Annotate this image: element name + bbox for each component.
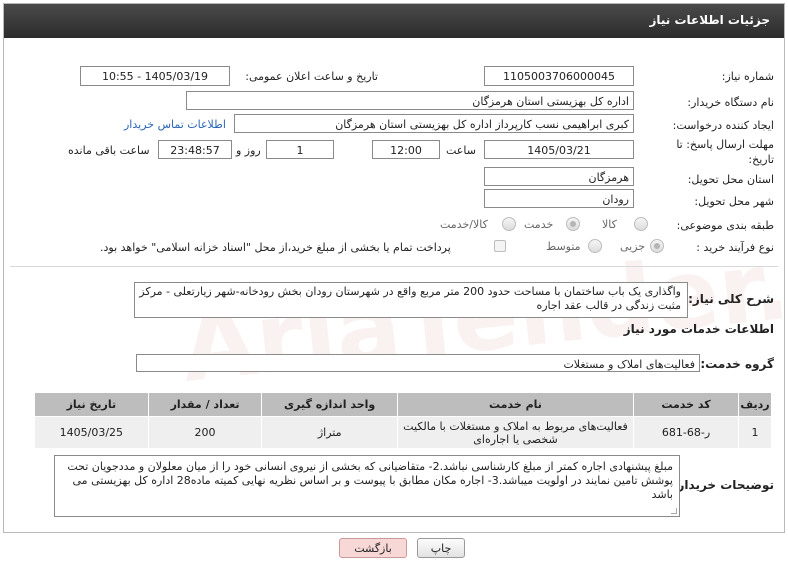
deadline-label: مهلت ارسال پاسخ: تا تاریخ: <box>676 138 774 166</box>
need-number-label: شماره نیاز: <box>721 70 774 83</box>
buyer-notes-field[interactable]: مبلغ پیشنهادی اجاره کمتر از مبلغ کارشناس… <box>54 455 680 517</box>
city-label: شهر محل تحویل: <box>694 195 774 208</box>
cell-unit: متراژ <box>261 416 398 449</box>
buyer-org-label: نام دستگاه خریدار: <box>687 96 774 109</box>
category-radio-goods[interactable] <box>634 217 648 231</box>
cell-qty: 200 <box>147 416 263 449</box>
category-radio-service[interactable] <box>566 217 580 231</box>
remaining-time-field[interactable]: 23:48:57 <box>158 140 232 159</box>
treasury-note: پرداخت تمام یا بخشی از مبلغ خرید،از محل … <box>100 241 451 254</box>
category-goods-service-label: کالا/خدمت <box>440 218 488 231</box>
description-field[interactable]: واگذاری یک باب ساختمان با مساحت حدود 200… <box>134 282 688 318</box>
divider <box>10 266 778 267</box>
col-name-header: نام خدمت <box>396 392 635 417</box>
description-label: شرح کلی نیاز: <box>688 292 774 306</box>
services-section-title: اطلاعات خدمات مورد نیاز <box>623 322 774 336</box>
purchase-medium-label: متوسط <box>546 240 581 253</box>
province-label: استان محل تحویل: <box>687 173 774 186</box>
creator-field[interactable]: کبری ابراهیمی نسب کارپرداز اداره کل بهزی… <box>234 114 634 133</box>
service-group-field[interactable]: فعالیت‌های املاک و مستغلات <box>136 354 700 372</box>
city-field[interactable]: رودان <box>484 189 634 208</box>
resize-handle-icon[interactable] <box>671 508 677 514</box>
col-qty-header: تعداد / مقدار <box>147 392 263 417</box>
category-service-label: خدمت <box>524 218 554 231</box>
province-field[interactable]: هرمزگان <box>484 167 634 186</box>
category-label: طبقه بندی موضوعی: <box>676 219 774 232</box>
cell-row: 1 <box>737 416 773 449</box>
deadline-time-label: ساعت <box>446 144 476 157</box>
col-date-header: تاریخ نیاز <box>34 392 149 417</box>
need-number-field[interactable]: 1105003706000045 <box>484 66 634 86</box>
services-table: ردیف کد خدمت نام خدمت واحد اندازه گیری ت… <box>34 392 773 449</box>
buyer-notes-label: توضیحات خریدار: <box>672 478 774 492</box>
days-label: روز و <box>236 144 261 157</box>
purchase-minor-label: جزیی <box>620 240 646 253</box>
purchase-radio-minor[interactable] <box>650 239 664 253</box>
buyer-notes-text: مبلغ پیشنهادی اجاره کمتر از مبلغ کارشناس… <box>67 460 673 501</box>
service-group-label: گروه خدمت: <box>700 357 774 371</box>
announce-label: تاریخ و ساعت اعلان عمومی: <box>245 70 378 83</box>
days-field[interactable]: 1 <box>266 140 334 159</box>
purchase-radio-medium[interactable] <box>588 239 602 253</box>
page-title: جزئیات اطلاعات نیاز <box>4 4 784 38</box>
category-radio-goods-service[interactable] <box>502 217 516 231</box>
col-unit-header: واحد اندازه گیری <box>261 392 398 417</box>
cell-name: فعالیت‌های مربوط به املاک و مستغلات با م… <box>396 416 635 449</box>
cell-date: 1405/03/25 <box>34 416 149 449</box>
deadline-time-field[interactable]: 12:00 <box>372 140 440 159</box>
contact-buyer-link[interactable]: اطلاعات تماس خریدار <box>124 118 226 131</box>
purchase-type-label: نوع فرآیند خرید : <box>696 241 774 254</box>
remaining-label: ساعت باقی مانده <box>68 144 150 157</box>
deadline-date-field[interactable]: 1405/03/21 <box>484 140 634 159</box>
cell-code: ر-68-681 <box>633 416 739 449</box>
table-header-row: ردیف کد خدمت نام خدمت واحد اندازه گیری ت… <box>34 392 773 417</box>
category-goods-label: کالا <box>602 218 617 231</box>
col-row-header: ردیف <box>737 392 773 417</box>
back-button[interactable]: بازگشت <box>339 538 407 558</box>
table-row: 1 ر-68-681 فعالیت‌های مربوط به املاک و م… <box>34 416 773 449</box>
col-code-header: کد خدمت <box>633 392 739 417</box>
treasury-checkbox[interactable] <box>494 240 506 252</box>
buyer-org-field[interactable]: اداره کل بهزیستی استان هرمزگان <box>186 91 634 110</box>
creator-label: ایجاد کننده درخواست: <box>672 119 774 132</box>
announce-field[interactable]: 1405/03/19 - 10:55 <box>80 66 230 86</box>
print-button[interactable]: چاپ <box>417 538 465 558</box>
